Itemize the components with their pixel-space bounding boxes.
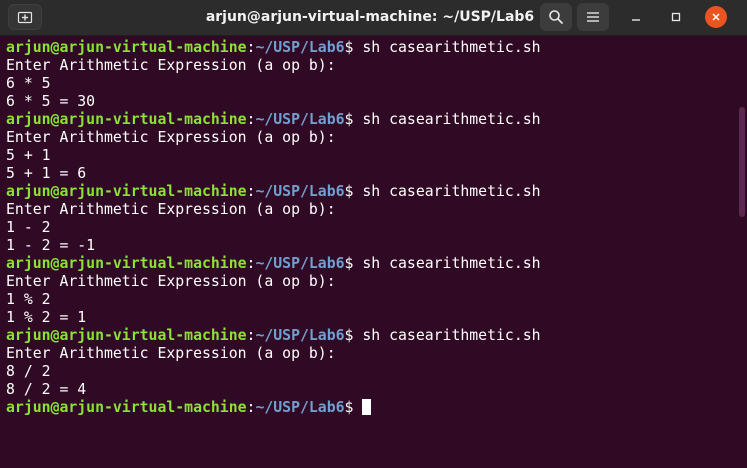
scrollbar[interactable]: [738, 37, 747, 468]
output-text: 5 + 1: [6, 147, 51, 164]
output-text: 1 - 2: [6, 219, 51, 236]
maximize-button[interactable]: [665, 6, 687, 28]
prompt-symbol: $: [344, 399, 363, 416]
terminal-line: 1 % 2: [6, 291, 738, 309]
prompt-path: ~/USP/Lab6: [255, 255, 345, 272]
terminal-line: Enter Arithmetic Expression (a op b):: [6, 273, 738, 291]
command-text: sh casearithmetic.sh: [362, 183, 541, 200]
new-tab-icon: [17, 11, 33, 24]
hamburger-menu-icon: [587, 12, 599, 22]
prompt-path: ~/USP/Lab6: [255, 111, 345, 128]
prompt-user: arjun@arjun-virtual-machine: [6, 39, 247, 56]
prompt-user: arjun@arjun-virtual-machine: [6, 255, 247, 272]
prompt-path: ~/USP/Lab6: [255, 39, 345, 56]
output-text: Enter Arithmetic Expression (a op b):: [6, 201, 336, 218]
terminal-window: arjun@arjun-virtual-machine: ~/USP/Lab6: [0, 0, 747, 468]
output-text: Enter Arithmetic Expression (a op b):: [6, 345, 336, 362]
terminal-line: 5 + 1 = 6: [6, 165, 738, 183]
prompt-line: arjun@arjun-virtual-machine:~/USP/Lab6$ …: [6, 255, 738, 273]
output-text: Enter Arithmetic Expression (a op b):: [6, 57, 336, 74]
terminal-line: 8 / 2: [6, 363, 738, 381]
prompt-line: arjun@arjun-virtual-machine:~/USP/Lab6$ …: [6, 111, 738, 129]
command-text: sh casearithmetic.sh: [362, 111, 541, 128]
terminal-line: Enter Arithmetic Expression (a op b):: [6, 201, 738, 219]
minimize-icon: [632, 19, 640, 21]
terminal-line: 8 / 2 = 4: [6, 381, 738, 399]
terminal-line: 1 - 2 = -1: [6, 237, 738, 255]
output-text: 8 / 2: [6, 363, 51, 380]
prompt-symbol: $: [344, 39, 363, 56]
prompt-path: ~/USP/Lab6: [255, 183, 345, 200]
terminal-line: 1 % 2 = 1: [6, 309, 738, 327]
output-text: 6 * 5: [6, 75, 51, 92]
prompt-line: arjun@arjun-virtual-machine:~/USP/Lab6$ …: [6, 39, 738, 57]
terminal-line: Enter Arithmetic Expression (a op b):: [6, 345, 738, 363]
prompt-user: arjun@arjun-virtual-machine: [6, 111, 247, 128]
title-bar: arjun@arjun-virtual-machine: ~/USP/Lab6: [0, 0, 747, 36]
output-text: 1 % 2 = 1: [6, 309, 87, 326]
prompt-user: arjun@arjun-virtual-machine: [6, 183, 247, 200]
menu-button[interactable]: [577, 3, 609, 31]
prompt-symbol: $: [344, 111, 363, 128]
prompt-path: ~/USP/Lab6: [255, 399, 345, 416]
terminal-line: Enter Arithmetic Expression (a op b):: [6, 57, 738, 75]
output-text: 5 + 1 = 6: [6, 165, 87, 182]
output-text: 8 / 2 = 4: [6, 381, 87, 398]
text-cursor: [362, 399, 372, 415]
prompt-symbol: $: [344, 183, 363, 200]
terminal-line: 6 * 5: [6, 75, 738, 93]
search-button[interactable]: [540, 3, 572, 31]
command-text: sh casearithmetic.sh: [362, 255, 541, 272]
maximize-icon: [671, 12, 681, 22]
output-text: Enter Arithmetic Expression (a op b):: [6, 273, 336, 290]
prompt-line: arjun@arjun-virtual-machine:~/USP/Lab6$ …: [6, 327, 738, 345]
search-icon: [549, 10, 563, 24]
terminal-line: 5 + 1: [6, 147, 738, 165]
new-tab-button[interactable]: [8, 4, 42, 30]
terminal-line: Enter Arithmetic Expression (a op b):: [6, 129, 738, 147]
output-text: 6 * 5 = 30: [6, 93, 96, 110]
output-text: Enter Arithmetic Expression (a op b):: [6, 129, 336, 146]
prompt-line: arjun@arjun-virtual-machine:~/USP/Lab6$ …: [6, 183, 738, 201]
close-icon: [712, 13, 720, 21]
output-text: 1 % 2: [6, 291, 51, 308]
output-text: 1 - 2 = -1: [6, 237, 96, 254]
close-button[interactable]: [705, 6, 727, 28]
terminal-line: 1 - 2: [6, 219, 738, 237]
command-text: sh casearithmetic.sh: [362, 327, 541, 344]
terminal-output[interactable]: arjun@arjun-virtual-machine:~/USP/Lab6$ …: [0, 37, 738, 468]
minimize-button[interactable]: [625, 6, 647, 28]
terminal-line: 6 * 5 = 30: [6, 93, 738, 111]
prompt-line: arjun@arjun-virtual-machine:~/USP/Lab6$: [6, 399, 738, 417]
prompt-user: arjun@arjun-virtual-machine: [6, 327, 247, 344]
command-text: sh casearithmetic.sh: [362, 39, 541, 56]
prompt-symbol: $: [344, 327, 363, 344]
prompt-path: ~/USP/Lab6: [255, 327, 345, 344]
scrollbar-thumb[interactable]: [739, 107, 745, 217]
window-title: arjun@arjun-virtual-machine: ~/USP/Lab6: [205, 9, 535, 25]
prompt-user: arjun@arjun-virtual-machine: [6, 399, 247, 416]
prompt-symbol: $: [344, 255, 363, 272]
